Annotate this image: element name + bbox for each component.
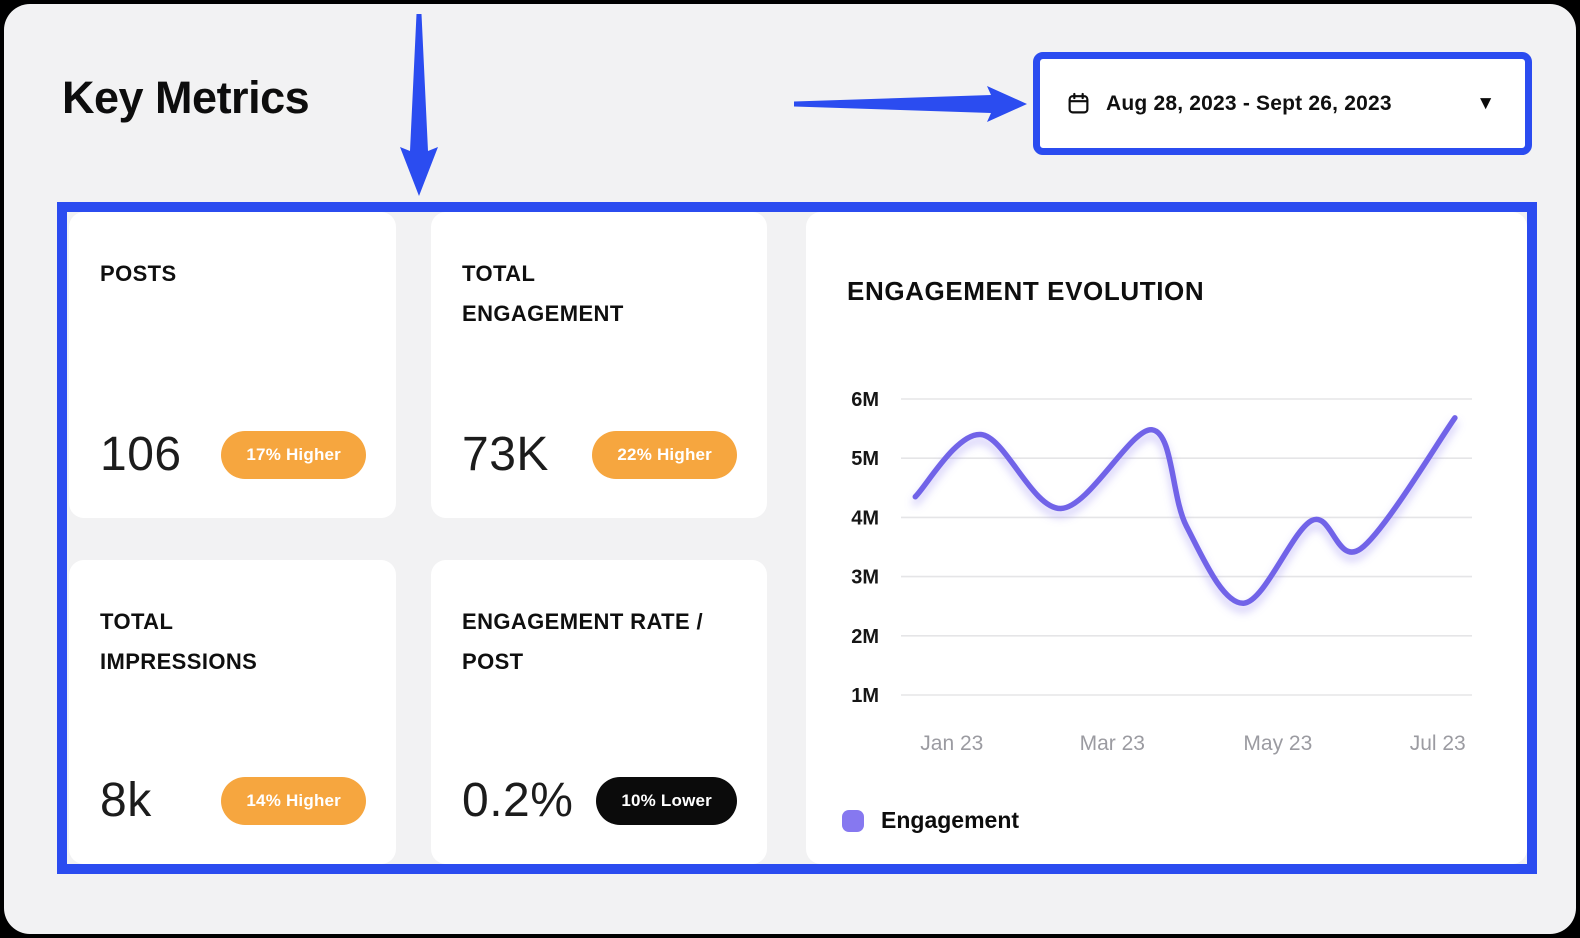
svg-text:5M: 5M <box>851 448 879 470</box>
metrics-panel: POSTS 106 17% Higher TOTAL ENGAGEMENT 73… <box>57 202 1537 874</box>
svg-text:Jan 23: Jan 23 <box>920 732 983 755</box>
chart-card: ENGAGEMENT EVOLUTION 6M5M4M3M2M1MJan 23M… <box>806 212 1527 864</box>
metric-badge: 14% Higher <box>221 777 366 825</box>
metric-value: 0.2% <box>462 773 573 828</box>
metric-label: POSTS <box>100 254 366 294</box>
chart-legend: Engagement <box>842 807 1019 834</box>
metric-value: 73K <box>462 427 549 482</box>
engagement-chart-svg: 6M 5M 4M 3M 2M 1M Jan 23 Mar 23 May 23 Jul 23 <box>806 212 1527 864</box>
metric-label: TOTAL ENGAGEMENT <box>462 254 737 334</box>
metric-value: 8k <box>100 773 152 828</box>
metric-badge: 10% Lower <box>596 777 737 825</box>
svg-text:1M: 1M <box>851 685 879 707</box>
svg-text:6M: 6M <box>851 389 879 411</box>
legend-swatch <box>842 810 864 832</box>
calendar-icon <box>1066 91 1091 116</box>
svg-text:Mar 23: Mar 23 <box>1080 732 1145 755</box>
metric-card-engagement-rate: ENGAGEMENT RATE / POST 0.2% 10% Lower <box>431 560 767 864</box>
down-arrow-annotation <box>396 14 442 198</box>
date-picker-button[interactable]: Aug 28, 2023 - Sept 26, 2023 ▼ <box>1033 52 1532 155</box>
caret-down-icon: ▼ <box>1476 94 1495 113</box>
metric-card-posts: POSTS 106 17% Higher <box>69 212 396 518</box>
metric-card-total-impressions: TOTAL IMPRESSIONS 8k 14% Higher <box>69 560 396 864</box>
metric-value: 106 <box>100 427 182 482</box>
metric-badge: 17% Higher <box>221 431 366 479</box>
legend-label: Engagement <box>881 807 1019 834</box>
metric-badge: 22% Higher <box>592 431 737 479</box>
page-frame: Key Metrics Aug 28, 2023 - Sept 26, 2023… <box>4 4 1576 934</box>
metric-label: TOTAL IMPRESSIONS <box>100 602 366 682</box>
metric-card-total-engagement: TOTAL ENGAGEMENT 73K 22% Higher <box>431 212 767 518</box>
svg-text:3M: 3M <box>851 567 879 589</box>
right-arrow-annotation <box>792 80 1032 128</box>
svg-text:Jul 23: Jul 23 <box>1410 732 1466 755</box>
svg-text:May 23: May 23 <box>1243 732 1312 755</box>
metric-label: ENGAGEMENT RATE / POST <box>462 602 737 682</box>
svg-text:2M: 2M <box>851 626 879 648</box>
page-title: Key Metrics <box>62 72 309 124</box>
svg-text:4M: 4M <box>851 507 879 529</box>
date-range-value: Aug 28, 2023 - Sept 26, 2023 <box>1106 92 1392 116</box>
